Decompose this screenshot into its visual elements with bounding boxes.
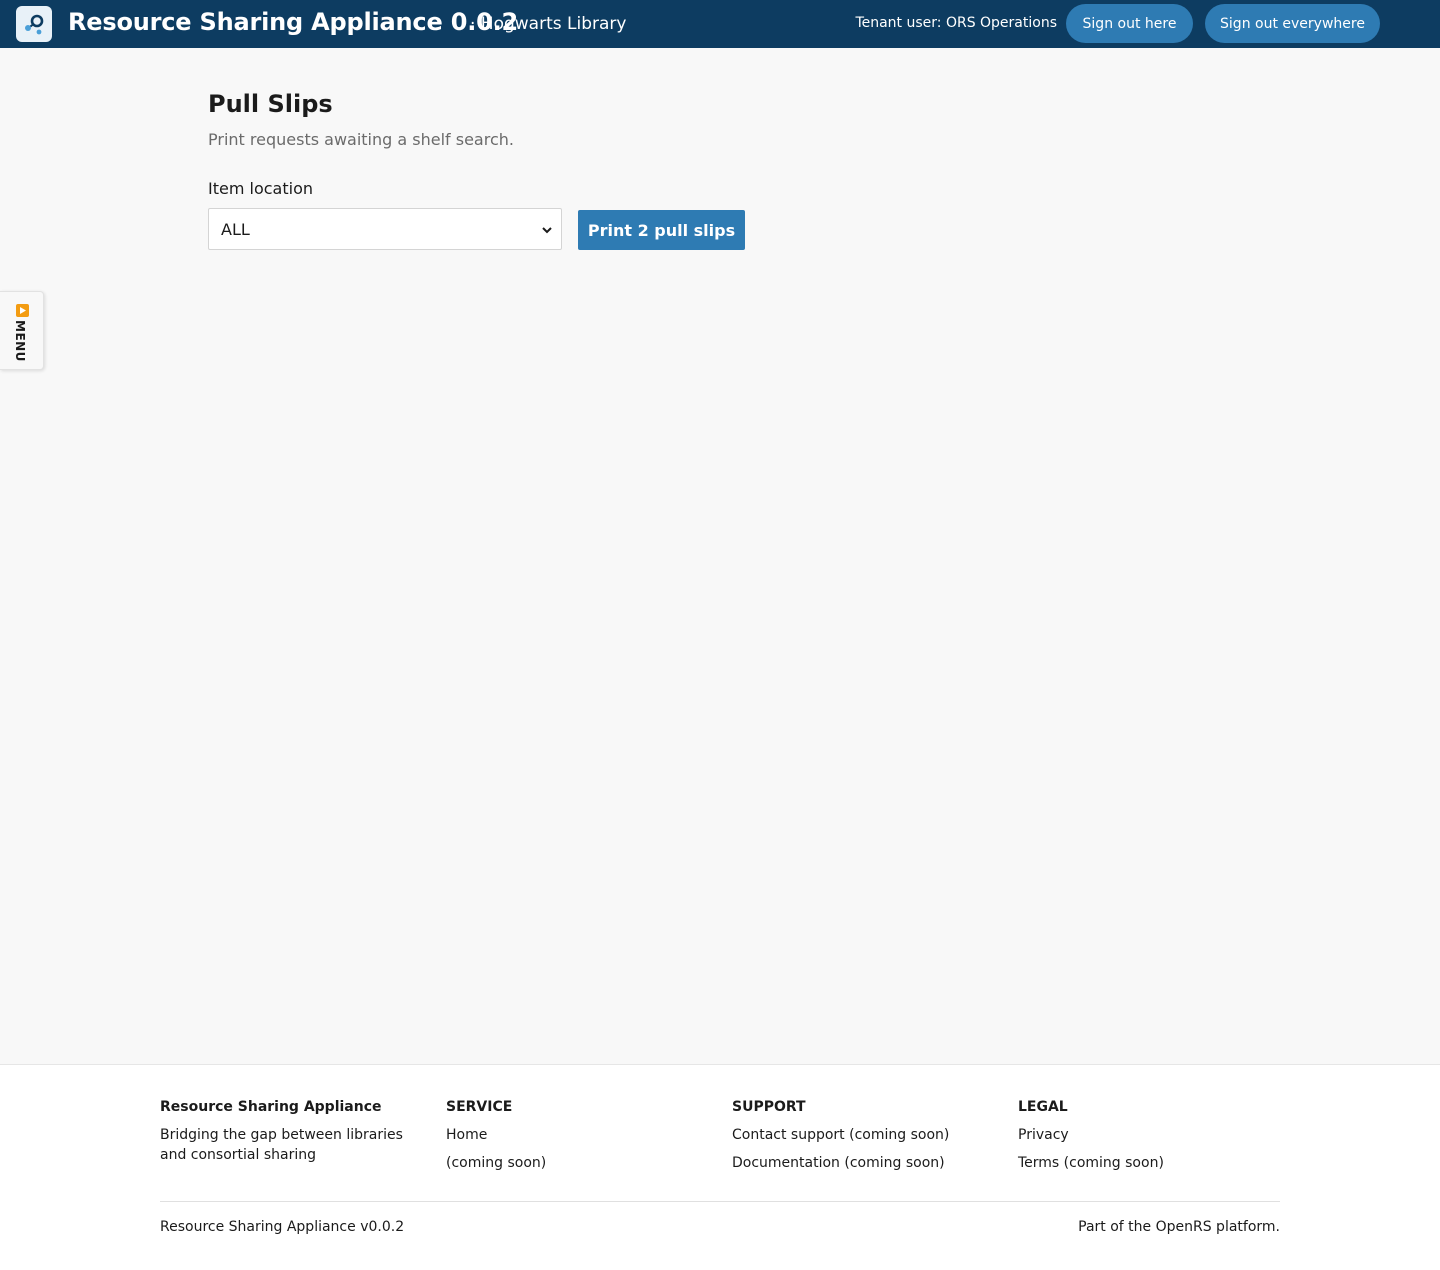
top-header: Resource Sharing Appliance 0.0.2 · Hogwa…: [0, 0, 1440, 48]
page-title: Pull Slips: [208, 90, 333, 118]
chevron-down-icon: [542, 227, 552, 234]
page-footer: Resource Sharing Appliance Bridging the …: [0, 1064, 1440, 1270]
footer-divider: [160, 1201, 1280, 1202]
footer-link-documentation[interactable]: Documentation (coming soon): [732, 1153, 1002, 1173]
footer-link-terms[interactable]: Terms (coming soon): [1018, 1153, 1288, 1173]
footer-brand-text: Bridging the gap between libraries and c…: [160, 1127, 403, 1163]
tenant-name: · Hogwarts Library: [470, 14, 627, 34]
footer-service: SERVICE Home (coming soon): [446, 1099, 716, 1181]
footer-link-coming-soon[interactable]: (coming soon): [446, 1153, 716, 1173]
footer-service-heading: SERVICE: [446, 1099, 513, 1115]
footer-platform: Part of the OpenRS platform.: [1078, 1219, 1280, 1235]
footer-version: Resource Sharing Appliance v0.0.2: [160, 1219, 405, 1235]
footer-legal-heading: LEGAL: [1018, 1099, 1068, 1115]
item-location-value: ALL: [221, 219, 250, 239]
print-pull-slips-button[interactable]: Print 2 pull slips: [578, 210, 745, 250]
footer-link-contact-support[interactable]: Contact support (coming soon): [732, 1125, 1002, 1145]
sign-out-here-button[interactable]: Sign out here: [1066, 4, 1193, 43]
footer-legal: LEGAL Privacy Terms (coming soon): [1018, 1099, 1288, 1181]
item-location-select[interactable]: ALL: [208, 208, 562, 250]
footer-brand-title: Resource Sharing Appliance: [160, 1099, 382, 1115]
sign-out-everywhere-button[interactable]: Sign out everywhere: [1205, 4, 1380, 43]
page-subtitle: Print requests awaiting a shelf search.: [208, 130, 514, 149]
share-nodes-icon: [25, 14, 44, 35]
tenant-user: Tenant user: ORS Operations: [855, 15, 1057, 31]
footer-brand: Resource Sharing Appliance Bridging the …: [160, 1099, 430, 1165]
play-icon: [16, 304, 29, 317]
footer-link-home[interactable]: Home: [446, 1125, 716, 1145]
menu-label: MENU: [13, 320, 27, 362]
app-logo[interactable]: [16, 6, 52, 42]
footer-support-heading: SUPPORT: [732, 1099, 806, 1115]
side-menu-toggle[interactable]: MENU: [0, 291, 44, 370]
app-title: Resource Sharing Appliance 0.0.2: [68, 8, 519, 36]
footer-support: SUPPORT Contact support (coming soon) Do…: [732, 1099, 1002, 1181]
footer-link-privacy[interactable]: Privacy: [1018, 1125, 1288, 1145]
item-location-label: Item location: [208, 179, 313, 198]
